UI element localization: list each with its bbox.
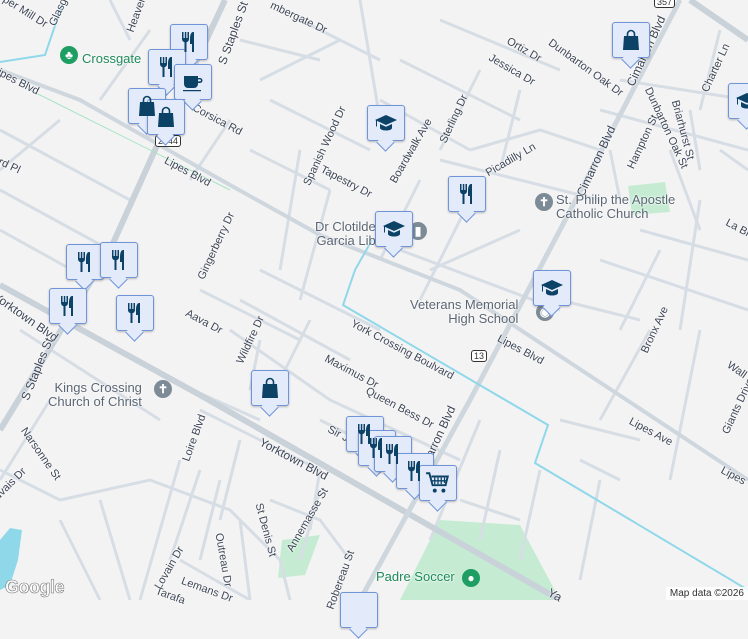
school-marker[interactable]	[367, 105, 405, 141]
sports-field-icon[interactable]: ●	[462, 569, 480, 587]
restaurant-icon	[381, 442, 405, 466]
shopping-marker[interactable]	[251, 370, 289, 406]
graduation-cap-icon	[374, 111, 398, 135]
church-cross-icon[interactable]: ✝	[535, 193, 553, 211]
place-library-line1: Dr Clotilde	[315, 219, 376, 234]
place-church-line2: Catholic Church	[556, 206, 649, 221]
restaurant-marker[interactable]	[116, 295, 154, 331]
coffee-cup-icon	[181, 70, 205, 94]
map-canvas[interactable]	[0, 0, 748, 600]
route-shield-357: 357	[654, 0, 676, 8]
restaurant-marker[interactable]	[100, 242, 138, 278]
place-library-line2: Garcia Lib	[316, 233, 376, 248]
park-tree-icon[interactable]: ♣	[60, 46, 78, 64]
coffee-marker[interactable]	[174, 64, 212, 100]
place-kings-crossing-church[interactable]: Kings Crossing Church of Christ	[48, 381, 142, 409]
graduation-cap-icon	[382, 217, 406, 241]
place-padre-soccer[interactable]: Padre Soccer	[376, 570, 455, 584]
place-church2-line2: Church of Christ	[48, 394, 142, 409]
restaurant-icon	[177, 30, 201, 54]
restaurant-icon	[155, 55, 179, 79]
shopping-bag-icon	[154, 105, 178, 129]
restaurant-marker[interactable]	[448, 176, 486, 212]
school-marker[interactable]	[375, 211, 413, 247]
place-st-philip-church[interactable]: St. Philip the Apostle Catholic Church	[556, 193, 675, 221]
place-church-line1: St. Philip the Apostle	[556, 192, 676, 207]
restaurant-icon	[107, 248, 131, 272]
shopping-bag-icon	[258, 376, 282, 400]
restaurant-icon	[56, 294, 80, 318]
shopping-cart-icon	[425, 470, 451, 496]
shopping-marker[interactable]	[612, 22, 650, 58]
restaurant-icon	[73, 250, 97, 274]
place-school-line2: High School	[448, 311, 519, 326]
place-church2-line1: Kings Crossing	[54, 380, 142, 395]
graduation-cap-icon	[540, 276, 564, 300]
church-cross-icon[interactable]: ✝	[154, 380, 172, 398]
place-school-line1: Veterans Memorial	[410, 297, 519, 312]
place-library[interactable]: Dr Clotilde Garcia Lib	[315, 220, 376, 248]
restaurant-marker[interactable]	[66, 244, 104, 280]
grocery-marker[interactable]	[419, 465, 457, 501]
school-marker[interactable]	[728, 83, 748, 119]
place-crossgate[interactable]: Crossgate	[82, 52, 141, 66]
place-veterans-memorial-hs[interactable]: Veterans Memorial High School	[410, 298, 518, 326]
restaurant-icon	[455, 182, 479, 206]
restaurant-icon	[123, 301, 147, 325]
partial-marker[interactable]	[340, 592, 378, 628]
restaurant-marker[interactable]	[49, 288, 87, 324]
map-attribution[interactable]: Map data ©2026	[665, 587, 748, 600]
google-logo: Google	[5, 577, 65, 598]
route-shield-13: 13	[471, 350, 488, 362]
graduation-cap-icon	[735, 89, 748, 113]
restaurant-icon	[403, 459, 427, 483]
school-marker[interactable]	[533, 270, 571, 306]
shopping-bag-icon	[619, 28, 643, 52]
